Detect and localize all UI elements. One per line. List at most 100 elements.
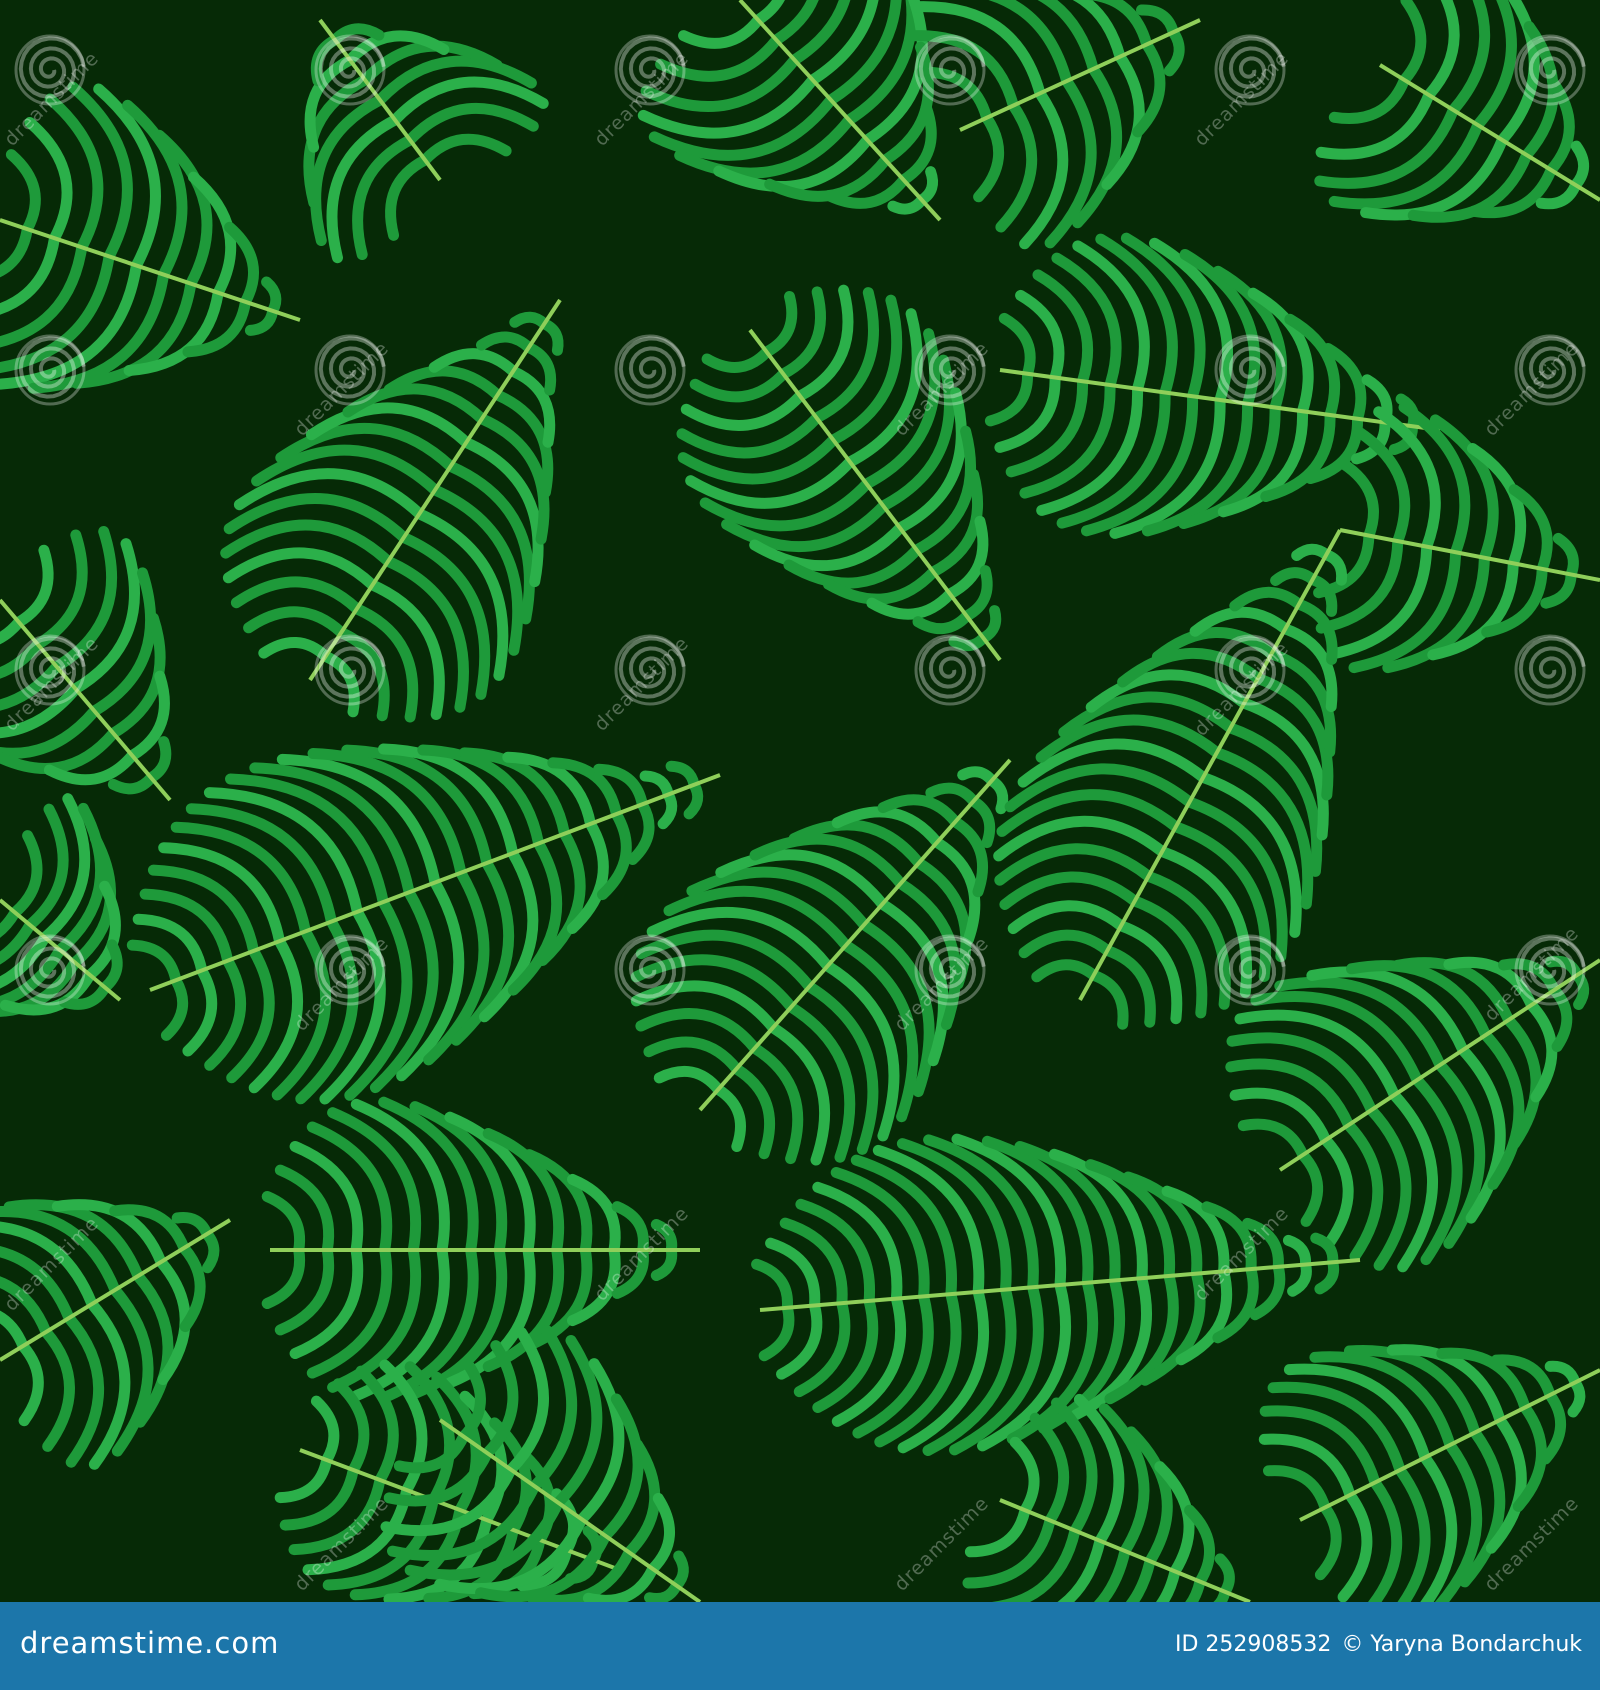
leaflet: [1320, 1134, 1354, 1247]
leaflet: [0, 1310, 29, 1352]
leaflet: [145, 736, 172, 784]
leaflet: [160, 974, 189, 1041]
leaflet: [419, 133, 512, 166]
palm-leaf: [303, 18, 549, 264]
leaflet: [310, 1395, 340, 1466]
leaflet: [627, 798, 655, 865]
leaflet: [998, 312, 1036, 380]
leaflet: [701, 346, 773, 373]
leaflet: [9, 830, 43, 918]
leaflet: [1009, 1436, 1040, 1516]
leaflet: [1548, 984, 1573, 1052]
leaflet: [178, 1242, 206, 1333]
leaflet: [1540, 568, 1577, 609]
palm-leaf: [126, 743, 721, 1105]
leaflet: [509, 311, 550, 330]
leaflet: [1337, 1489, 1373, 1602]
leaflet: [1018, 929, 1113, 959]
leaflet: [385, 154, 431, 241]
leaflet: [261, 1191, 306, 1256]
image-credit: ID 252908532 © Yaryna Bondarchuk: [1175, 1632, 1582, 1657]
leaflet: [17, 1340, 44, 1427]
leaflet: [1184, 1504, 1216, 1588]
leaflet: [1249, 1261, 1286, 1321]
leaflet: [1270, 567, 1319, 586]
palm-leaf: [0, 81, 301, 394]
leaflet: [5, 149, 41, 235]
leaflet: [258, 636, 332, 662]
leaflet: [1328, 74, 1410, 124]
leaflet: [1337, 458, 1379, 542]
palm-leaf: [676, 284, 1002, 662]
leaflet: [1544, 1360, 1581, 1388]
leaflet: [1540, 1389, 1567, 1465]
leaflet: [977, 605, 1002, 644]
leaflet: [1398, 0, 1427, 86]
leaflet: [261, 276, 282, 317]
leaflet: [107, 772, 157, 795]
leaflet: [352, 134, 416, 260]
leaflet: [653, 1065, 724, 1095]
leaflet: [712, 1083, 746, 1152]
leaflet: [1214, 1553, 1235, 1598]
footer-bar: dreamstime.com ID 252908532 © Yaryna Bon…: [0, 1602, 1600, 1690]
leaflet: [13, 544, 54, 628]
leaflet: [40, 1326, 75, 1452]
leaflet: [670, 1550, 689, 1591]
leaflet: [1423, 0, 1460, 101]
palm-leaf: [1313, 401, 1600, 674]
leaflet: [925, 782, 979, 807]
leaflet: [1237, 1118, 1309, 1161]
palm-leaf: [1258, 1344, 1600, 1602]
dreamstime-logo[interactable]: dreamstime.com: [20, 1626, 279, 1660]
leaflet: [126, 939, 182, 986]
leaflet: [476, 331, 535, 353]
leaflet: [1314, 1502, 1342, 1581]
leaflet: [1163, 26, 1185, 77]
palm-leaf: [1314, 0, 1600, 223]
palm-leaf-pattern: [0, 0, 1600, 1602]
leaflet: [1552, 532, 1579, 580]
spiral-icon: [614, 334, 686, 406]
leaflet: [912, 610, 973, 635]
image-id: ID 252908532: [1175, 1632, 1332, 1657]
leaflet: [995, 100, 1038, 233]
leaflet: [0, 223, 33, 278]
leaflet: [678, 14, 764, 49]
leaflet: [973, 112, 1005, 203]
leaflet: [1282, 1234, 1312, 1270]
leaflet: [1007, 900, 1127, 935]
leaflet: [230, 576, 363, 615]
leaflet: [1031, 959, 1100, 983]
palm-leaf: [637, 0, 942, 222]
leaflet: [643, 1036, 742, 1075]
leaflet: [639, 770, 674, 800]
leaflet: [1072, 0, 1126, 63]
leaflet: [1088, 969, 1129, 1030]
leaflet: [1310, 1232, 1339, 1268]
leaflet: [751, 1258, 793, 1314]
leaflet: [1297, 1149, 1324, 1227]
leaf-layer: [0, 0, 1600, 1602]
leaflet: [689, 368, 789, 403]
leaflet: [1315, 89, 1435, 160]
leaflet: [1263, 1465, 1331, 1513]
palm-leaf: [993, 529, 1348, 1030]
palm-leaf: [220, 298, 564, 723]
leaflet: [182, 965, 218, 1057]
leaflet: [758, 1302, 795, 1362]
leaflet: [752, 0, 785, 26]
leaflet: [1570, 140, 1590, 191]
leaflet: [984, 368, 1033, 427]
leaflet: [770, 0, 819, 46]
spiral-icon: [1514, 634, 1586, 706]
leaflet: [1447, 0, 1491, 116]
spiral-icon: [914, 634, 986, 706]
leaflet: [261, 1244, 306, 1309]
leaflet: [1189, 606, 1291, 637]
leaflet: [1229, 586, 1305, 612]
leaflet: [243, 606, 347, 638]
leaflet: [274, 1454, 333, 1504]
leaflet: [665, 760, 700, 791]
palm-leaf: [0, 1199, 232, 1470]
